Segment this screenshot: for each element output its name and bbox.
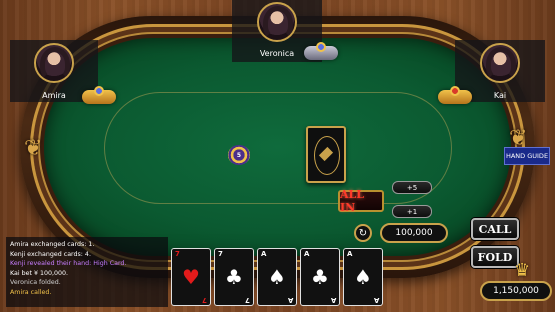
hand-guide-button[interactable]: HAND GUIDE [504, 147, 550, 165]
ornament-left-icon: ❦ [24, 136, 43, 161]
card-rank: A [287, 296, 293, 304]
hand-card-4[interactable]: A ♣ A [300, 248, 340, 306]
player-badge-right [438, 86, 472, 104]
card-rank: A [261, 250, 267, 258]
pot-chip-icon: 5 [228, 145, 250, 165]
raise-plus1-button[interactable]: +1 [392, 205, 432, 218]
hand-card-2[interactable]: 7 ♣ 7 [214, 248, 254, 306]
call-button[interactable]: CALL [471, 218, 519, 240]
clubs-suit-icon: ♣ [225, 265, 243, 289]
card-rank: 7 [218, 250, 223, 258]
hand-card-5[interactable]: A ♠ A [343, 248, 383, 306]
hand-card-1[interactable]: 7 ♥ 7 [171, 248, 211, 306]
clubs-suit-icon: ♣ [311, 265, 329, 289]
card-rank: 7 [245, 296, 250, 304]
player-badge-left [82, 86, 116, 104]
fold-button[interactable]: FOLD [471, 246, 519, 268]
card-rank: A [373, 296, 379, 304]
player-name-right: Kai [493, 91, 507, 100]
avatar-amira[interactable] [34, 43, 74, 83]
all-in-button[interactable]: ALL IN [338, 188, 384, 214]
log-line: Amira called. [10, 288, 52, 296]
hearts-suit-icon: ♥ [182, 265, 200, 289]
deck-card-back [306, 126, 346, 183]
player-balance-display: 1,150,000 [480, 281, 552, 301]
card-rank: A [347, 250, 353, 258]
log-line: Veronica folded. [10, 279, 61, 286]
card-rank: A [304, 250, 310, 258]
log-line: Kenji exchanged cards: 4. [10, 250, 91, 258]
card-rank: 7 [175, 250, 180, 258]
log-line: Kai bet ¥ 100,000. [10, 269, 69, 277]
card-rank: 7 [202, 296, 207, 304]
log-line: Amira exchanged cards: 1. [10, 241, 95, 248]
avatar-veronica[interactable] [257, 2, 297, 42]
avatar-kai[interactable] [480, 43, 520, 83]
crown-icon: ♛ [514, 260, 531, 281]
spades-suit-icon: ♠ [268, 265, 286, 289]
hand-card-3[interactable]: A ♠ A [257, 248, 297, 306]
reset-bet-icon[interactable]: ↻ [354, 224, 372, 242]
card-rank: A [330, 296, 336, 304]
bet-amount-display: 100,000 [380, 223, 448, 243]
game-log-panel: Amira exchanged cards: 1. Kenji exchange… [6, 237, 168, 307]
log-line: Kenji revealed their hand: High Card. [10, 260, 127, 267]
raise-plus5-button[interactable]: +5 [392, 181, 432, 194]
player-badge-top [304, 42, 338, 60]
spades-suit-icon: ♠ [354, 265, 372, 289]
